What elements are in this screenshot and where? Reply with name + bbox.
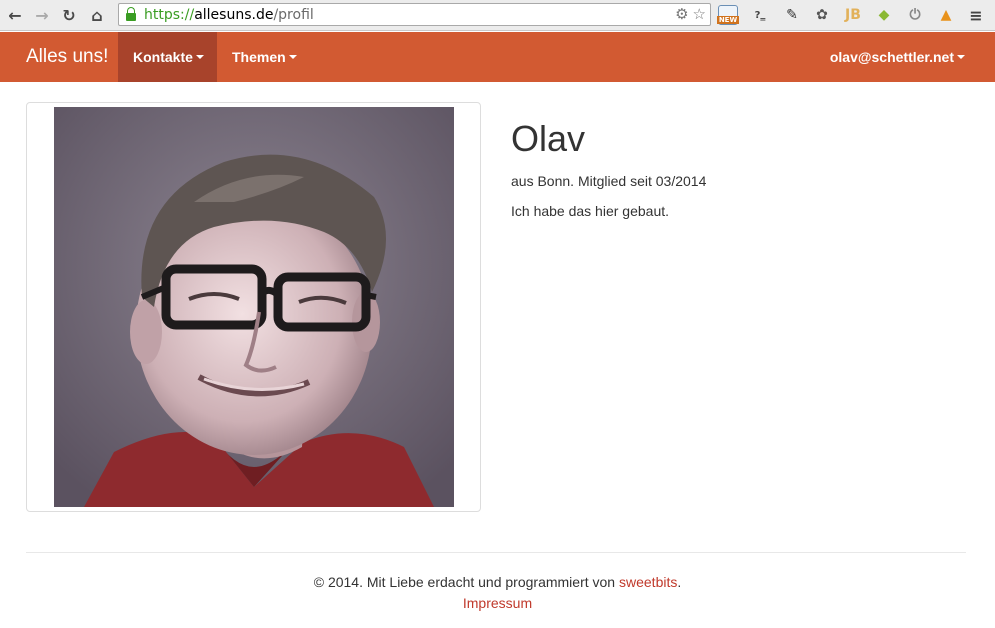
caret-down-icon [288, 55, 297, 59]
jb-extension-icon[interactable]: JB [843, 5, 863, 25]
navbar: Alles uns! Kontakte Themen olav@schettle… [0, 32, 995, 82]
lock-icon [126, 7, 136, 21]
footer-divider [26, 552, 966, 553]
back-arrow-icon[interactable]: ← [4, 4, 26, 26]
footer-copyright: © 2014. Mit Liebe erdacht und programmie… [313, 574, 682, 590]
menu-icon[interactable]: ≡ [966, 5, 986, 25]
impressum-link[interactable]: Impressum [463, 595, 532, 611]
profile-photo-frame [26, 102, 481, 512]
flame-icon[interactable]: ▲ [936, 5, 956, 25]
address-bar[interactable]: https://allesuns.de/profil ⚙ ☆ [118, 3, 711, 26]
reload-icon[interactable]: ↻ [58, 4, 80, 26]
home-icon[interactable]: ⌂ [86, 4, 108, 26]
evernote-icon[interactable]: ✿ [812, 5, 832, 25]
power-icon[interactable]: ⏻ [905, 5, 925, 25]
profile-bio: Ich habe das hier gebaut. [511, 203, 670, 219]
bookmark-star-icon[interactable]: ☆ [693, 5, 706, 23]
url-text[interactable]: https://allesuns.de/profil [144, 7, 314, 23]
caret-down-icon [957, 55, 965, 59]
profile-meta: aus Bonn. Mitglied seit 03/2014 [511, 173, 707, 189]
eyedropper-icon[interactable]: ✎ [782, 5, 802, 25]
browser-toolbar: ← → ↻ ⌂ https://allesuns.de/profil ⚙ ☆ N… [0, 0, 995, 31]
android-icon[interactable]: ◆ [874, 5, 894, 25]
user-menu[interactable]: olav@schettler.net [830, 32, 980, 82]
profile-photo [54, 107, 454, 507]
settings-gear-icon[interactable]: ⚙ [675, 5, 688, 23]
forward-arrow-icon[interactable]: → [31, 4, 53, 26]
extension-new-icon[interactable]: NEW [716, 5, 740, 25]
nav-kontakte[interactable]: Kontakte [118, 32, 217, 82]
caret-down-icon [195, 55, 204, 59]
sweetbits-link[interactable]: sweetbits [619, 574, 677, 590]
nav-themen[interactable]: Themen [217, 32, 312, 82]
brand-logo[interactable]: Alles uns! [26, 46, 108, 68]
profile-name: Olav [511, 118, 586, 159]
extension-ruler-icon[interactable]: ?‗ [750, 5, 770, 25]
footer-impressum: Impressum [0, 595, 995, 611]
